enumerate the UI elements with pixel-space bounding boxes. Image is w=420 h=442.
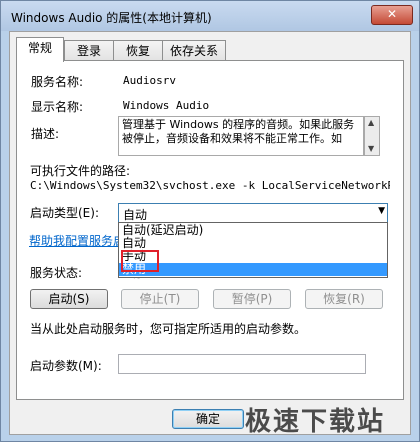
display-name-label: 显示名称: [31, 100, 84, 114]
startup-type-label: 启动类型(E): [30, 206, 99, 220]
start-button[interactable]: 启动(S) [30, 289, 108, 309]
chevron-down-icon[interactable]: ▼ [378, 206, 385, 216]
pause-button[interactable]: 暂停(P) [213, 289, 291, 309]
site-watermark: 极速下载站 [245, 407, 386, 437]
service-name-value: Audiosrv [123, 74, 176, 87]
stop-button[interactable]: 停止(T) [121, 289, 199, 309]
window-title: Windows Audio 的属性(本地计算机) [11, 11, 212, 25]
scroll-down-icon[interactable]: ▼ [368, 144, 374, 153]
start-params-label: 启动参数(M): [30, 359, 102, 373]
dialog-client: 常规 登录 恢复 依存关系 服务名称: Audiosrv 显示名称: Windo… [9, 31, 411, 435]
tab-logon[interactable]: 登录 [64, 40, 114, 61]
help-configure-link[interactable]: 帮助我配置服务启 [29, 232, 125, 249]
tab-recovery[interactable]: 恢复 [113, 40, 163, 61]
resume-button[interactable]: 恢复(R) [305, 289, 383, 309]
startup-option-disabled[interactable]: 禁用 [119, 263, 387, 276]
startup-option-manual[interactable]: 手动 [119, 250, 387, 263]
service-status-label: 服务状态: [30, 266, 83, 280]
startup-option-delayed[interactable]: 自动(延迟启动) [119, 224, 387, 237]
tab-general[interactable]: 常规 [16, 37, 64, 62]
start-params-hint: 当从此处启动服务时，您可指定所适用的启动参数。 [30, 322, 307, 336]
start-params-input[interactable] [118, 354, 366, 374]
description-scrollbar[interactable]: ▲ ▼ [364, 116, 380, 156]
exe-path-value: C:\Windows\System32\svchost.exe -k Local… [30, 179, 390, 192]
service-name-label: 服务名称: [31, 75, 84, 89]
startup-type-select[interactable]: 自动 ▼ [118, 203, 388, 223]
description-text[interactable]: 管理基于 Windows 的程序的音频。如果此服务被停止，音频设备和效果将不能正… [118, 116, 364, 156]
scroll-up-icon[interactable]: ▲ [368, 118, 374, 127]
startup-type-value: 自动 [123, 208, 148, 222]
close-button[interactable]: ✕ [371, 5, 413, 25]
title-bar[interactable]: Windows Audio 的属性(本地计算机) ✕ [1, 1, 419, 31]
tab-dependencies[interactable]: 依存关系 [162, 40, 226, 61]
display-name-value: Windows Audio [123, 99, 210, 112]
description-label: 描述: [31, 127, 60, 141]
ok-button[interactable]: 确定 [172, 409, 244, 429]
highlight-box [121, 250, 159, 272]
exe-path-label: 可执行文件的路径: [30, 164, 131, 178]
properties-window: Windows Audio 的属性(本地计算机) ✕ 常规 登录 恢复 依存关系… [0, 0, 420, 442]
startup-option-auto[interactable]: 自动 [119, 237, 387, 250]
